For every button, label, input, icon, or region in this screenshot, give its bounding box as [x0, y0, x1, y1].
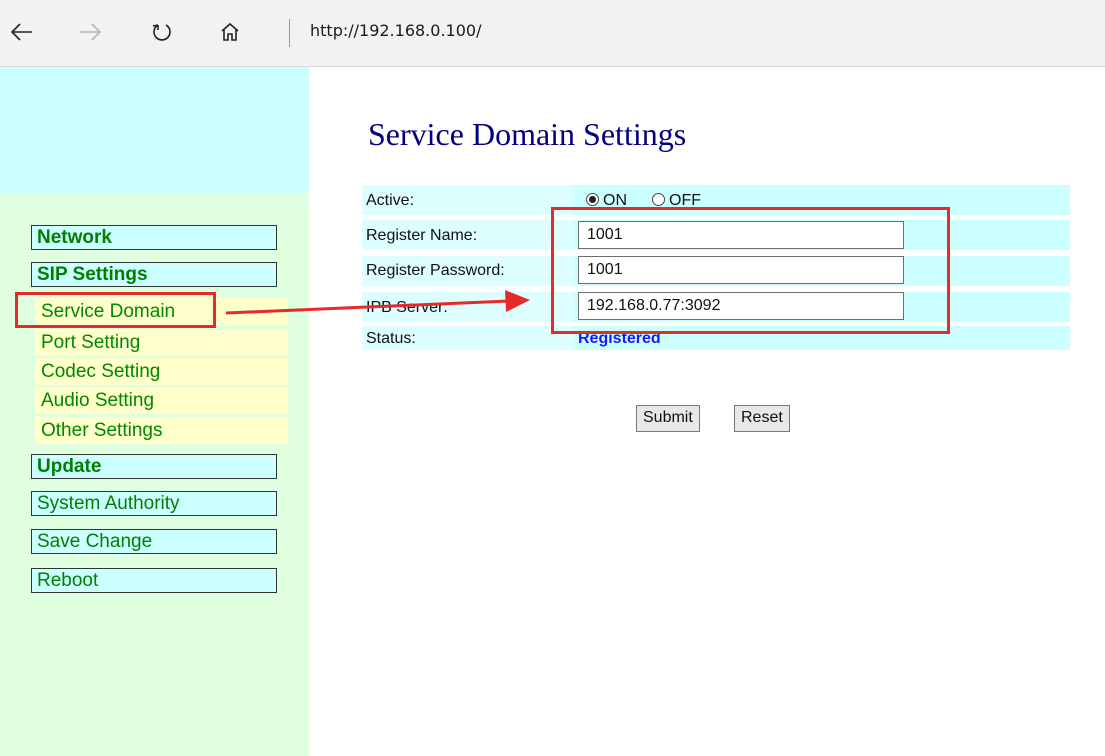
annotation-arrow	[225, 290, 530, 315]
